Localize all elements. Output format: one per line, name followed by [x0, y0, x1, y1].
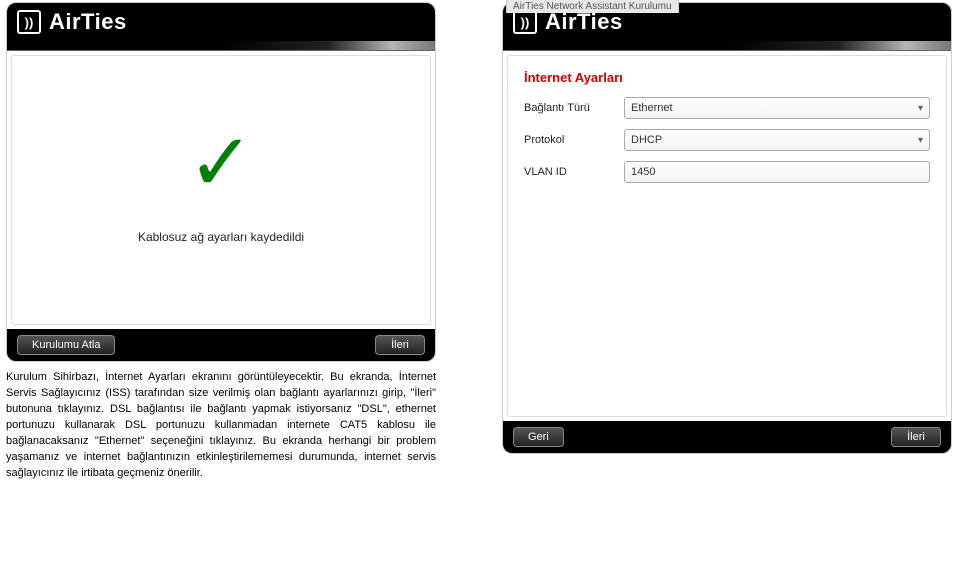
row-protocol: Protokol DHCP	[524, 129, 930, 151]
content-area: ✓ Kablosuz ağ ayarları kaydedildi	[11, 55, 431, 325]
brand-bar: )) AirTies	[7, 3, 435, 41]
description-text: Kurulum Sihirbazı, İnternet Ayarları ekr…	[6, 370, 436, 482]
protocol-select[interactable]: DHCP	[624, 129, 930, 151]
content-area: İnternet Ayarları Bağlantı Türü Ethernet…	[507, 55, 947, 417]
brand-name: AirTies	[49, 9, 127, 35]
footer-bar: Kurulumu Atla İleri	[7, 329, 435, 361]
wizard-panel-internet-settings: )) AirTies İnternet Ayarları Bağlantı Tü…	[502, 2, 952, 454]
header-stripe	[7, 41, 435, 51]
airties-logo-icon: ))	[513, 10, 537, 34]
next-button[interactable]: İleri	[375, 335, 425, 355]
vlan-id-value: 1450	[631, 166, 655, 178]
row-vlan-id: VLAN ID 1450	[524, 161, 930, 183]
success-check-icon: ✓	[187, 123, 254, 203]
connection-type-select[interactable]: Ethernet	[624, 97, 930, 119]
skip-setup-button[interactable]: Kurulumu Atla	[17, 335, 115, 355]
form-title: İnternet Ayarları	[524, 70, 930, 85]
vlan-id-input[interactable]: 1450	[624, 161, 930, 183]
connection-type-value: Ethernet	[631, 102, 673, 114]
protocol-value: DHCP	[631, 134, 662, 146]
footer-bar: Geri İleri	[503, 421, 951, 453]
row-connection-type: Bağlantı Türü Ethernet	[524, 97, 930, 119]
internet-settings-form: İnternet Ayarları Bağlantı Türü Ethernet…	[508, 56, 946, 207]
label-connection-type: Bağlantı Türü	[524, 102, 624, 114]
success-message: Kablosuz ağ ayarları kaydedildi	[138, 230, 304, 244]
label-protocol: Protokol	[524, 134, 624, 146]
header-stripe	[503, 41, 951, 51]
back-button[interactable]: Geri	[513, 427, 564, 447]
label-vlan-id: VLAN ID	[524, 166, 624, 178]
wizard-panel-wireless-saved: )) AirTies ✓ Kablosuz ağ ayarları kayded…	[6, 2, 436, 362]
window-title: AirTies Network Assistant Kurulumu	[506, 0, 679, 13]
next-button[interactable]: İleri	[891, 427, 941, 447]
airties-logo-icon: ))	[17, 10, 41, 34]
